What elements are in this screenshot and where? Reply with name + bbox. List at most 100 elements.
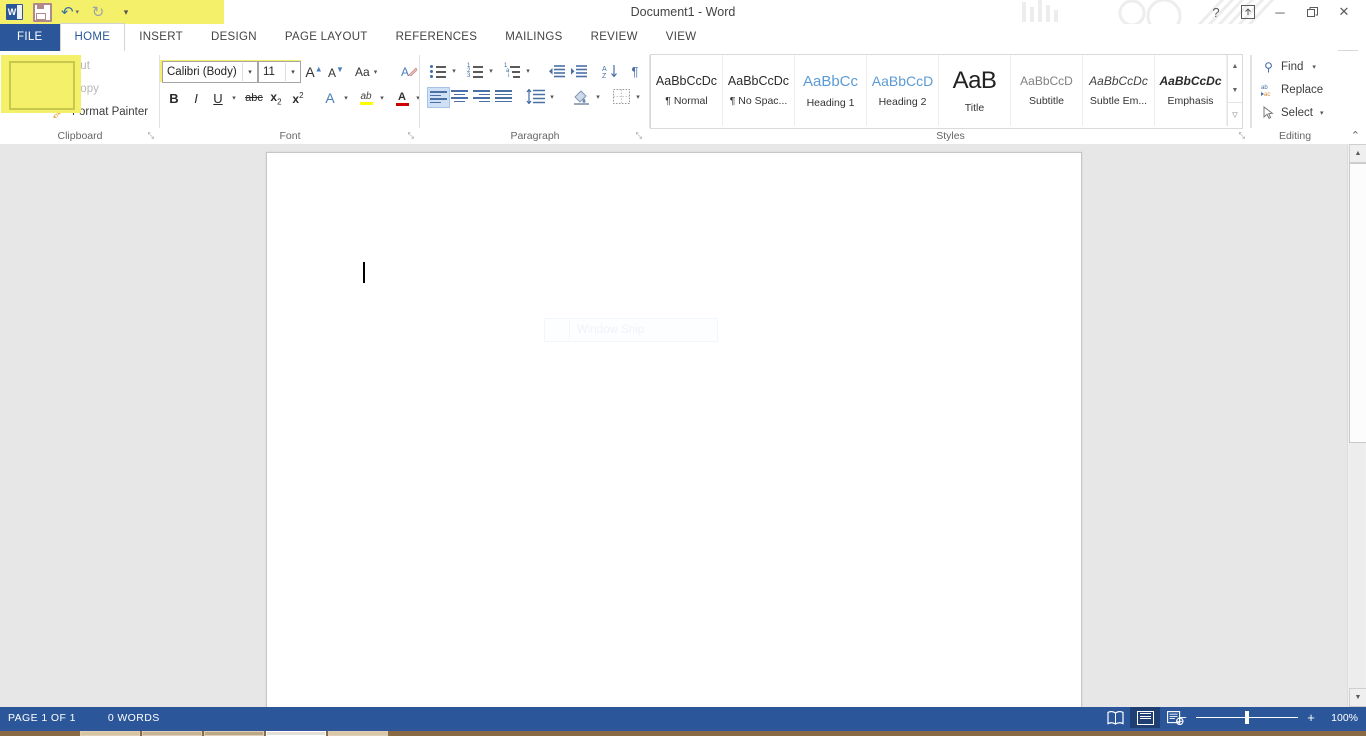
style-item-heading-1[interactable]: AaBbCc Heading 1: [795, 55, 867, 126]
undo-icon[interactable]: ↶ ▾: [56, 0, 84, 24]
style-item-subtitle[interactable]: AaBbCcD Subtitle: [1011, 55, 1083, 126]
redo-icon[interactable]: ↻: [84, 0, 112, 24]
select-button[interactable]: Select ▾: [1261, 105, 1323, 120]
borders-caret-icon[interactable]: ▾: [632, 87, 644, 106]
quick-access-toolbar[interactable]: W ↶ ▾ ↻ ▾: [0, 0, 224, 24]
zoom-slider-thumb[interactable]: [1245, 711, 1249, 724]
scroll-down-arrow-icon[interactable]: ▼: [1349, 688, 1366, 707]
zoom-slider[interactable]: [1196, 707, 1298, 728]
style-item-subtle-emphasis[interactable]: AaBbCcDc Subtle Em...: [1083, 55, 1155, 126]
font-dialog-launcher[interactable]: ⤡: [408, 131, 414, 141]
line-spacing-caret-icon[interactable]: ▾: [546, 87, 558, 106]
tab-home[interactable]: HOME: [60, 23, 126, 51]
taskbar-item[interactable]: [266, 731, 326, 736]
align-center-button[interactable]: [449, 87, 470, 106]
tab-mailings[interactable]: MAILINGS: [491, 24, 576, 51]
style-item-normal[interactable]: AaBbCcDc ¶ Normal: [651, 55, 723, 126]
tab-review[interactable]: REVIEW: [577, 24, 652, 51]
paste-button[interactable]: Paste ▾: [8, 55, 48, 110]
word-count[interactable]: 0 WORDS: [108, 712, 160, 724]
styles-gallery[interactable]: AaBbCcDc ¶ Normal AaBbCcDc ¶ No Spac... …: [650, 54, 1243, 129]
borders-button[interactable]: [610, 87, 632, 106]
styles-more-icon[interactable]: ▽: [1228, 102, 1242, 126]
multilevel-list-button[interactable]: 1ai: [502, 61, 522, 81]
paste-dropdown-caret-icon[interactable]: ▾: [8, 102, 48, 110]
copy-button[interactable]: 🗋 Copy: [52, 81, 99, 96]
minimize-button[interactable]: ─: [1264, 0, 1296, 24]
taskbar-item[interactable]: [204, 731, 264, 736]
restore-button[interactable]: [1296, 0, 1328, 24]
bullets-button[interactable]: [428, 61, 448, 81]
style-item-heading-2[interactable]: AaBbCcD Heading 2: [867, 55, 939, 126]
ribbon-display-options-icon[interactable]: [1232, 0, 1264, 24]
cut-button[interactable]: ✂ Cut: [52, 58, 90, 73]
tab-file[interactable]: FILE: [0, 24, 60, 51]
find-button[interactable]: ⚲ Find ▾: [1261, 59, 1316, 74]
italic-button[interactable]: I: [186, 88, 206, 108]
styles-gallery-scroll[interactable]: ▲ ▼ ▽: [1227, 55, 1242, 126]
document-page[interactable]: Window Snip: [266, 152, 1082, 707]
page-indicator[interactable]: PAGE 1 OF 1: [8, 712, 76, 724]
close-button[interactable]: ✕: [1328, 0, 1360, 24]
font-name-dropdown-caret-icon[interactable]: ▾: [242, 63, 257, 81]
clipboard-dialog-launcher[interactable]: ⤡: [148, 131, 154, 141]
numbering-button[interactable]: 123: [465, 61, 485, 81]
text-effects-caret-icon[interactable]: ▾: [340, 88, 352, 108]
zoom-level-label[interactable]: 100%: [1324, 712, 1358, 724]
superscript-button[interactable]: x2: [288, 88, 308, 108]
styles-dialog-launcher[interactable]: ⤡: [1239, 131, 1245, 141]
find-caret-icon[interactable]: ▾: [1312, 63, 1316, 71]
styles-scroll-down-icon[interactable]: ▼: [1228, 79, 1242, 102]
zoom-controls[interactable]: − + 100%: [1177, 707, 1358, 728]
replace-button[interactable]: abac Replace: [1261, 82, 1323, 97]
format-painter-button[interactable]: 🖌 Format Painter: [52, 104, 148, 119]
justify-button[interactable]: [493, 87, 514, 106]
underline-button[interactable]: U: [208, 88, 228, 108]
style-item-emphasis[interactable]: AaBbCcDc Emphasis: [1155, 55, 1227, 126]
style-item-title[interactable]: AaB Title: [939, 55, 1011, 126]
align-left-button[interactable]: [427, 87, 450, 108]
sort-button[interactable]: AZ: [600, 61, 620, 81]
show-formatting-marks-button[interactable]: ¶: [625, 61, 645, 81]
select-caret-icon[interactable]: ▾: [1320, 109, 1324, 117]
paragraph-dialog-launcher[interactable]: ⤡: [636, 131, 642, 141]
underline-dropdown-caret-icon[interactable]: ▾: [228, 88, 240, 108]
undo-dropdown-caret-icon[interactable]: ▾: [76, 8, 80, 16]
tab-design[interactable]: DESIGN: [197, 24, 271, 51]
taskbar-item[interactable]: [80, 731, 140, 736]
multilevel-list-caret-icon[interactable]: ▾: [522, 61, 534, 81]
font-size-input[interactable]: 11 ▾: [258, 61, 301, 83]
text-highlight-button[interactable]: ab: [356, 87, 376, 109]
shading-button[interactable]: [570, 87, 592, 106]
grow-font-button[interactable]: A▲: [304, 62, 324, 82]
document-canvas[interactable]: Window Snip: [0, 144, 1348, 707]
tab-view[interactable]: VIEW: [652, 24, 711, 51]
shading-caret-icon[interactable]: ▾: [592, 87, 604, 106]
vertical-scrollbar[interactable]: ▲ ▼: [1347, 144, 1366, 707]
collapse-ribbon-button[interactable]: ⌃: [1351, 129, 1360, 142]
scrollbar-thumb[interactable]: [1349, 163, 1366, 443]
tab-references[interactable]: REFERENCES: [382, 24, 492, 51]
taskbar-item[interactable]: [142, 731, 202, 736]
font-size-dropdown-caret-icon[interactable]: ▾: [285, 63, 300, 81]
read-mode-view-button[interactable]: [1100, 707, 1130, 728]
zoom-in-button[interactable]: +: [1305, 711, 1317, 724]
style-item-no-spacing[interactable]: AaBbCcDc ¶ No Spac...: [723, 55, 795, 126]
scroll-up-arrow-icon[interactable]: ▲: [1349, 144, 1366, 163]
taskbar-item[interactable]: [328, 731, 388, 736]
change-case-button[interactable]: Aa ▾: [355, 62, 377, 82]
font-name-input[interactable]: Calibri (Body) ▾: [162, 61, 258, 83]
customize-qat-icon[interactable]: ▾: [112, 0, 140, 24]
numbering-caret-icon[interactable]: ▾: [485, 61, 497, 81]
save-icon[interactable]: [28, 0, 56, 24]
change-case-caret-icon[interactable]: ▾: [374, 68, 378, 76]
strikethrough-button[interactable]: abc: [242, 88, 266, 108]
text-highlight-caret-icon[interactable]: ▾: [376, 88, 388, 108]
bullets-caret-icon[interactable]: ▾: [448, 61, 460, 81]
clear-formatting-button[interactable]: A: [399, 62, 419, 82]
text-effects-button[interactable]: A: [320, 88, 340, 108]
tab-page-layout[interactable]: PAGE LAYOUT: [271, 24, 382, 51]
scrollbar-track[interactable]: [1349, 443, 1365, 688]
zoom-out-button[interactable]: −: [1177, 711, 1189, 724]
shrink-font-button[interactable]: A▼: [326, 62, 346, 82]
